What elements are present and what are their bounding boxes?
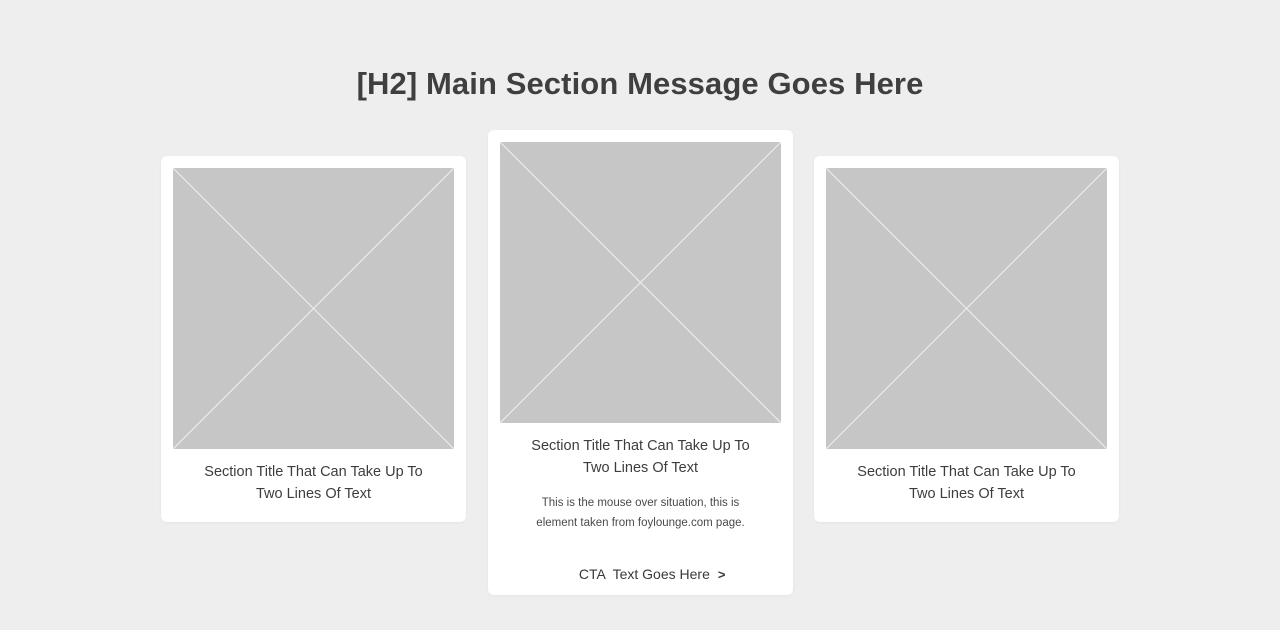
section-heading: [H2] Main Section Message Goes Here — [356, 66, 924, 101]
card-title: Section Title That Can Take Up To Two Li… — [161, 461, 466, 505]
feature-card-center-hover[interactable]: Section Title That Can Take Up To Two Li… — [488, 130, 793, 595]
card-title-line1: Section Title That Can Take Up To — [857, 464, 1076, 480]
image-placeholder — [826, 168, 1107, 449]
feature-card-left[interactable]: Section Title That Can Take Up To Two Li… — [161, 156, 466, 522]
image-placeholder — [173, 168, 454, 449]
card-title-line2: Two Lines Of Text — [256, 486, 371, 502]
cta-link[interactable]: CTA Text Goes Here > — [488, 550, 793, 598]
card-description: This is the mouse over situation, this i… — [488, 493, 793, 533]
chevron-right-icon: > — [717, 567, 726, 582]
cta-label: CTA Text Goes Here — [578, 566, 710, 582]
feature-card-right[interactable]: Section Title That Can Take Up To Two Li… — [814, 156, 1119, 522]
card-title-line2: Two Lines Of Text — [909, 486, 1024, 502]
image-placeholder — [500, 142, 781, 423]
card-title: Section Title That Can Take Up To Two Li… — [488, 435, 793, 479]
card-title: Section Title That Can Take Up To Two Li… — [814, 461, 1119, 505]
card-title-line2: Two Lines Of Text — [583, 460, 698, 476]
card-description-line1: This is the mouse over situation, this i… — [541, 497, 740, 509]
card-title-line1: Section Title That Can Take Up To — [531, 438, 750, 454]
card-title-line1: Section Title That Can Take Up To — [204, 464, 423, 480]
card-description-line2: element taken from foylounge.com page. — [536, 517, 745, 529]
page: [H2] Main Section Message Goes Here Sect… — [0, 0, 1280, 630]
